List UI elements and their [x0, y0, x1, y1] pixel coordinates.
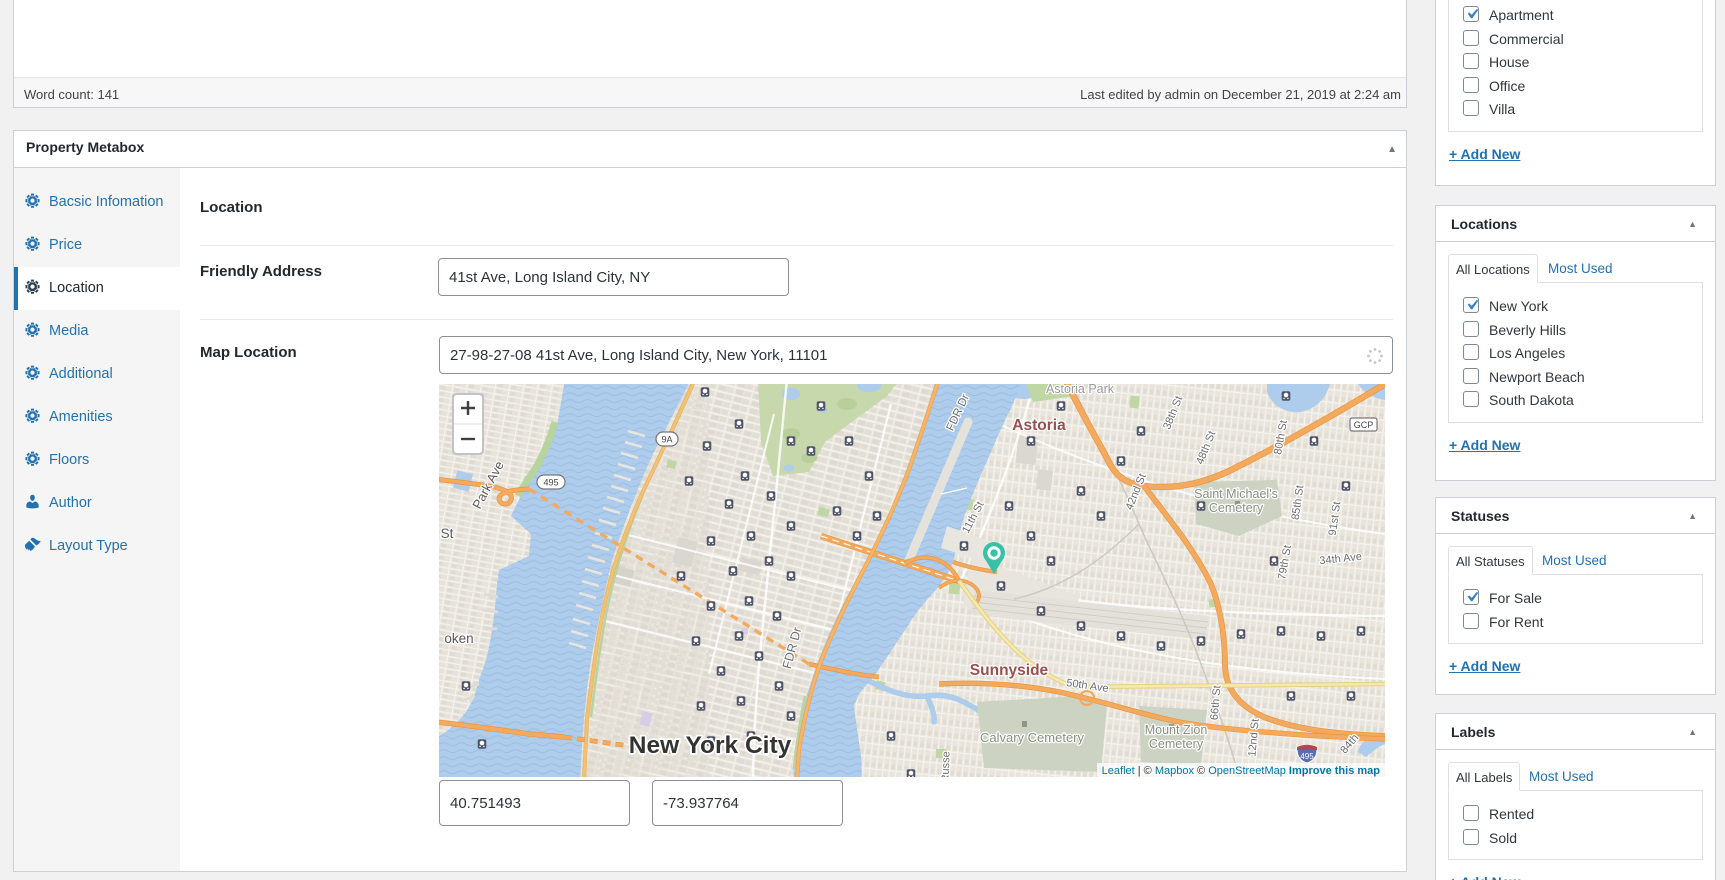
svg-text:Calvary Cemetery: Calvary Cemetery: [980, 730, 1085, 745]
svg-text:New York City: New York City: [629, 732, 792, 759]
svg-text:Astoria: Astoria: [1012, 417, 1066, 434]
svg-text:oken: oken: [444, 631, 473, 646]
svg-text:Cemetery: Cemetery: [1209, 501, 1264, 515]
svg-text:Saint Michael's: Saint Michael's: [1194, 487, 1278, 501]
svg-text:Leaflet | © Mapbox © OpenStree: Leaflet | © Mapbox © OpenStreetMap Impro…: [1102, 765, 1381, 777]
svg-text:Russe: Russe: [939, 751, 952, 777]
svg-text:495: 495: [1300, 752, 1314, 761]
svg-text:Astoria Park: Astoria Park: [1046, 384, 1115, 396]
svg-text:9A: 9A: [661, 435, 672, 445]
svg-text:Cemetery: Cemetery: [1149, 737, 1204, 751]
svg-text:Sunnyside: Sunnyside: [970, 662, 1049, 679]
svg-text:St: St: [441, 526, 454, 541]
svg-text:Mount Zion: Mount Zion: [1145, 723, 1208, 737]
svg-text:GCP: GCP: [1354, 420, 1374, 430]
svg-text:495: 495: [543, 478, 558, 488]
